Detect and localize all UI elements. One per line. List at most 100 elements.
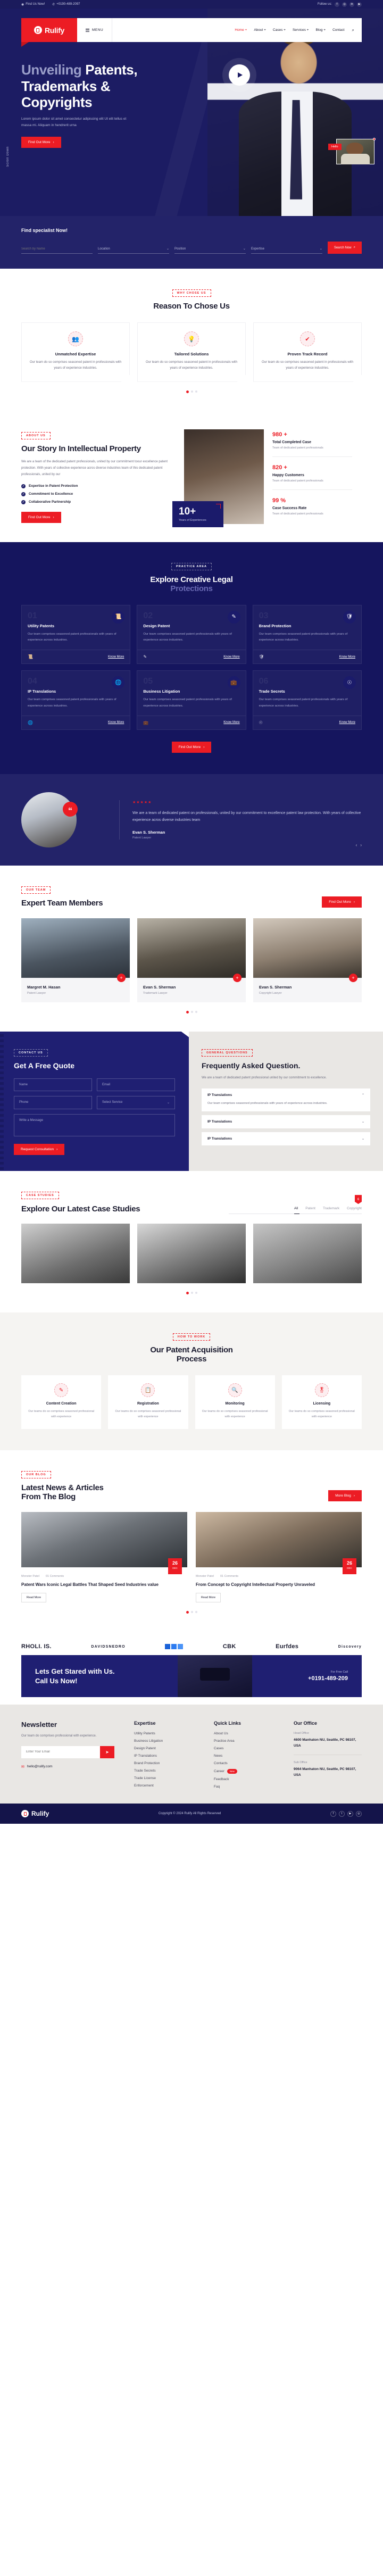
practice-card[interactable]: 01 📜 Utility Patents Our team comprises … — [21, 604, 131, 664]
facebook-icon[interactable]: f — [330, 1810, 336, 1817]
more-blog-button[interactable]: More Blog › — [328, 1490, 362, 1501]
case-tile[interactable] — [253, 1224, 362, 1284]
team-carousel-dots[interactable] — [21, 1010, 362, 1013]
team-card[interactable]: + Margret M. Hasan Patent Lawyer — [21, 918, 130, 1002]
footer-link[interactable]: Business Litigation — [134, 1739, 202, 1743]
team-cta-button[interactable]: Find Out More › — [322, 896, 362, 908]
newsletter-email-input[interactable] — [21, 1746, 100, 1758]
practice-card[interactable]: 02 ✎ Design Patent Our team comprises se… — [137, 604, 246, 664]
carousel-dot[interactable] — [186, 390, 189, 393]
case-tile[interactable] — [137, 1224, 246, 1284]
reason-card[interactable]: 💡 Tailored Solutions Our team do so comp… — [137, 322, 246, 382]
practice-cta-button[interactable]: Find Out More › — [171, 741, 212, 753]
know-more-link[interactable]: Know More — [339, 721, 355, 724]
know-more-link[interactable]: Know More — [108, 655, 124, 659]
service-select[interactable]: Select Service ⌄ — [97, 1095, 175, 1109]
practice-card[interactable]: 05 💼 Business Litigation Our team compri… — [137, 670, 246, 730]
footer-link[interactable]: Brand Protection — [134, 1761, 202, 1765]
search-name-field[interactable] — [21, 247, 93, 254]
instagram-icon[interactable]: ◎ — [355, 1810, 362, 1817]
twitter-icon[interactable]: t — [338, 1810, 345, 1817]
footer-link[interactable]: Utility Patents — [134, 1732, 202, 1735]
newsletter-submit-button[interactable]: ➤ — [100, 1746, 114, 1758]
footer-link-career[interactable]: Career New — [214, 1769, 282, 1774]
message-field[interactable]: Write a Message — [14, 1114, 175, 1136]
filter-patent[interactable]: Patent — [305, 1207, 315, 1210]
phone-field[interactable]: Phone — [14, 1095, 92, 1109]
carousel-dot[interactable] — [186, 1611, 189, 1614]
prev-arrow-icon[interactable]: ‹ — [356, 843, 357, 847]
team-card[interactable]: + Evan S. Sherman Copyright Lawyer — [253, 918, 362, 1002]
request-consultation-button[interactable]: Request Consultation › — [14, 1143, 65, 1155]
footer-link[interactable]: IP Translations — [134, 1754, 202, 1758]
search-name-input[interactable] — [21, 247, 93, 251]
process-card[interactable]: 🎖 Licensing Our teams do so comprises se… — [281, 1375, 362, 1429]
cta-phone[interactable]: For Free Call +0191-489-209 — [308, 1671, 348, 1682]
practice-card[interactable]: 03 🛡 Brand Protection Our team comprises… — [252, 604, 362, 664]
name-field[interactable]: Name — [14, 1078, 92, 1091]
logo[interactable]: Rulify — [21, 18, 77, 47]
case-tile[interactable] — [21, 1224, 130, 1284]
process-card[interactable]: 🔍 Monitoring Our teams do so comprises s… — [195, 1375, 275, 1429]
know-more-link[interactable]: Know More — [108, 721, 124, 724]
reason-card[interactable]: ✔ Proven Track Record Our team do so com… — [253, 322, 362, 382]
nav-item-about[interactable]: About + — [254, 28, 266, 32]
blog-carousel-dots[interactable] — [21, 1611, 362, 1614]
find-us-link[interactable]: ◉ Find Us Now! — [21, 3, 45, 6]
instagram-icon[interactable]: ◎ — [342, 2, 347, 7]
video-preview-card[interactable]: Hello — [328, 138, 376, 164]
footer-link[interactable]: Faq — [214, 1785, 282, 1789]
carousel-dot[interactable] — [186, 1292, 189, 1295]
know-more-link[interactable]: Know More — [223, 721, 239, 724]
carousel-dot[interactable] — [190, 390, 193, 393]
footer-link[interactable]: Practice Area — [214, 1739, 282, 1743]
carousel-dot[interactable] — [186, 1010, 189, 1013]
search-icon[interactable]: ⌕ — [352, 28, 354, 33]
know-more-link[interactable]: Know More — [223, 655, 239, 659]
carousel-dot[interactable] — [195, 1292, 197, 1294]
footer-email[interactable]: ✉ hello@rulify.com — [21, 1765, 122, 1769]
plus-icon[interactable]: + — [233, 973, 242, 982]
carousel-dot[interactable] — [195, 390, 197, 393]
facebook-icon[interactable]: f — [335, 2, 339, 7]
read-more-button[interactable]: Read More — [21, 1593, 47, 1603]
carousel-dot[interactable] — [195, 1010, 197, 1013]
nav-item-home[interactable]: Home + — [235, 28, 247, 32]
position-select[interactable]: Position ⌄ — [174, 247, 246, 254]
cases-carousel-dots[interactable] — [21, 1292, 362, 1295]
blog-card[interactable]: 26 DEC Monster Patel 01 Comments From Conc… — [196, 1511, 362, 1603]
carousel-dot[interactable] — [190, 1292, 193, 1294]
know-more-link[interactable]: Know More — [339, 655, 355, 659]
reason-card[interactable]: 👥 Unmatched Expertise Our team do so com… — [21, 322, 130, 382]
footer-link[interactable]: Design Patent — [134, 1747, 202, 1750]
nav-item-cases[interactable]: Cases + — [273, 28, 286, 32]
plus-icon[interactable]: + — [349, 973, 357, 982]
blog-card[interactable]: 26 DEC Monster Patel 01 Comments Patent Wa… — [21, 1511, 187, 1603]
filter-all[interactable]: All — [294, 1207, 300, 1215]
carousel-dot[interactable] — [190, 1611, 193, 1614]
linkedin-icon[interactable]: in — [349, 2, 354, 7]
practice-card[interactable]: 06 ☉ Trade Secrets Our team comprises se… — [252, 670, 362, 730]
practice-card[interactable]: 04 🌐 IP Translations Our team comprises … — [21, 670, 131, 730]
carousel-dot[interactable] — [190, 1010, 193, 1013]
footer-link[interactable]: About Us — [214, 1732, 282, 1735]
team-card[interactable]: + Evan S. Sherman Trademark Lawyer — [137, 918, 246, 1002]
filter-copyright[interactable]: Copyright — [347, 1207, 362, 1210]
location-select[interactable]: Location ⌄ — [97, 247, 169, 254]
faq-item[interactable]: IP Translations ⌃ Our team comprises seas… — [202, 1088, 370, 1111]
next-arrow-icon[interactable]: › — [360, 843, 362, 847]
menu-button[interactable]: MENU — [77, 18, 113, 42]
youtube-icon[interactable]: ▶ — [347, 1810, 353, 1817]
footer-link[interactable]: Feedback — [214, 1777, 282, 1781]
filter-trademark[interactable]: Trademark — [323, 1207, 339, 1210]
reasons-carousel-dots[interactable] — [21, 390, 362, 393]
phone-link[interactable]: ✆ +0190-489-2097 — [52, 3, 80, 6]
hero-cta-button[interactable]: Find Out More › — [21, 136, 61, 148]
footer-link[interactable]: Contacts — [214, 1761, 282, 1765]
email-field[interactable]: Email — [97, 1078, 175, 1091]
nav-item-contact[interactable]: Contact — [332, 28, 344, 32]
process-card[interactable]: 📋 Registration Our teams do so comprises… — [108, 1375, 188, 1429]
footer-link[interactable]: Trade License — [134, 1776, 202, 1780]
process-card[interactable]: ✎ Content Creation Our teams do so compr… — [21, 1375, 102, 1429]
faq-item[interactable]: IP Translations ⌄ — [202, 1115, 370, 1128]
